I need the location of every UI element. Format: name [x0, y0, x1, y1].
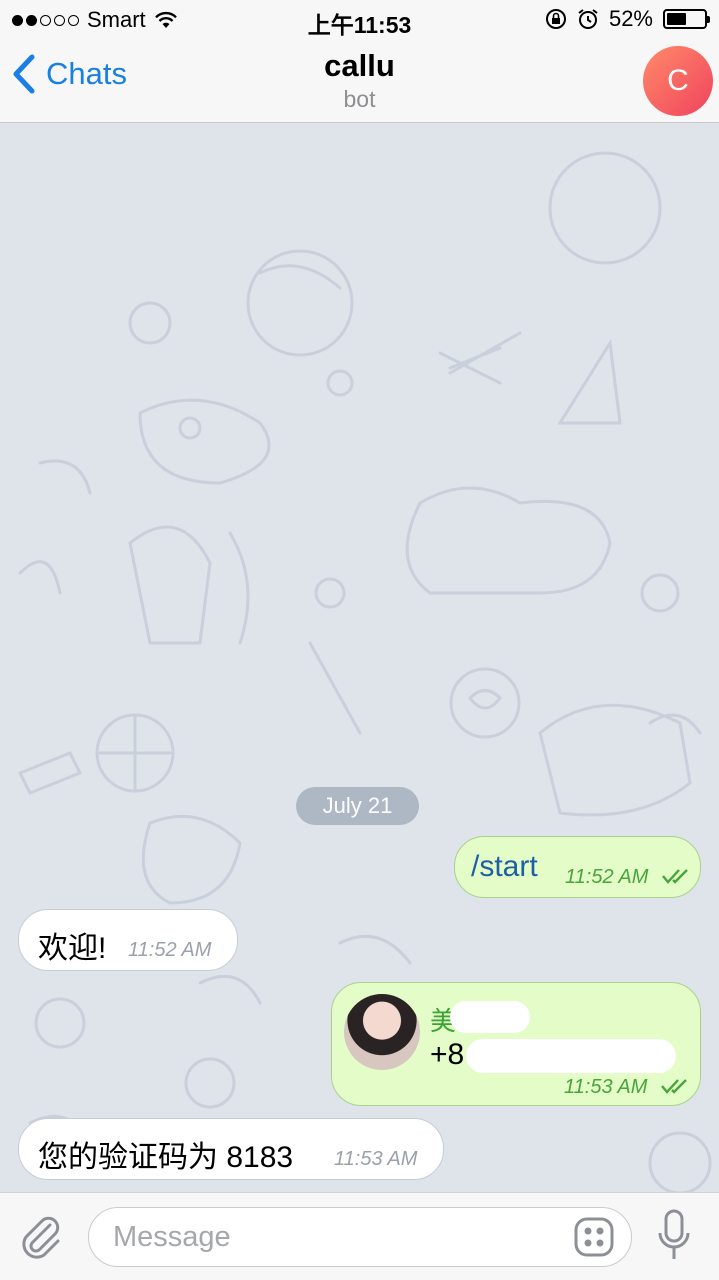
message-input-bar [0, 1192, 719, 1280]
status-bar: Smart 上午11:53 52% [0, 0, 719, 40]
outgoing-message[interactable]: /start 11:52 AM [454, 836, 701, 898]
outgoing-contact-message[interactable]: 美 +8 11:53 AM [331, 982, 701, 1106]
message-text: 您的验证码为 8183 [38, 1141, 294, 1174]
incoming-message[interactable]: 您的验证码为 8183 11:53 AM [18, 1118, 444, 1180]
sticker-icon[interactable] [574, 1217, 614, 1257]
battery-percent: 52% [608, 6, 653, 31]
date-separator: July 21 [296, 787, 419, 825]
contact-phone[interactable]: +8 [430, 1038, 464, 1072]
message-time: 11:53 AM [334, 1148, 418, 1170]
read-checkmarks-icon [662, 869, 688, 884]
bot-avatar[interactable]: C [643, 46, 713, 116]
message-time: 11:53 AM [564, 1076, 648, 1098]
message-text: 欢迎! [38, 932, 107, 965]
microphone-icon[interactable] [656, 1209, 692, 1265]
orientation-lock-icon [545, 9, 566, 29]
paperclip-icon[interactable] [18, 1213, 64, 1261]
status-right: 52% [545, 6, 710, 32]
incoming-message[interactable]: 欢迎! 11:52 AM [18, 909, 238, 971]
redaction-mark [466, 1039, 676, 1073]
chat-subtitle: bot [343, 86, 376, 112]
read-checkmarks-icon [661, 1079, 687, 1094]
message-time: 11:52 AM [565, 866, 649, 888]
date-label: July 21 [322, 793, 393, 818]
message-input[interactable] [88, 1207, 632, 1267]
alarm-icon [578, 9, 598, 29]
message-list[interactable]: July 21 /start 11:52 AM 欢迎! 11:52 AM 美 +… [0, 123, 719, 1192]
avatar-letter: C [667, 64, 689, 97]
telegram-chat-screen: Smart 上午11:53 52% Chats callu bot C July… [0, 0, 719, 1280]
chat-title[interactable]: callu [0, 48, 719, 84]
message-text[interactable]: /start [471, 850, 538, 884]
message-time: 11:52 AM [128, 939, 212, 961]
contact-avatar[interactable] [344, 994, 420, 1070]
battery-level-fill [667, 13, 686, 25]
battery-icon [663, 9, 710, 29]
navigation-bar: Chats callu bot C [0, 40, 719, 123]
redaction-mark [450, 1001, 530, 1033]
